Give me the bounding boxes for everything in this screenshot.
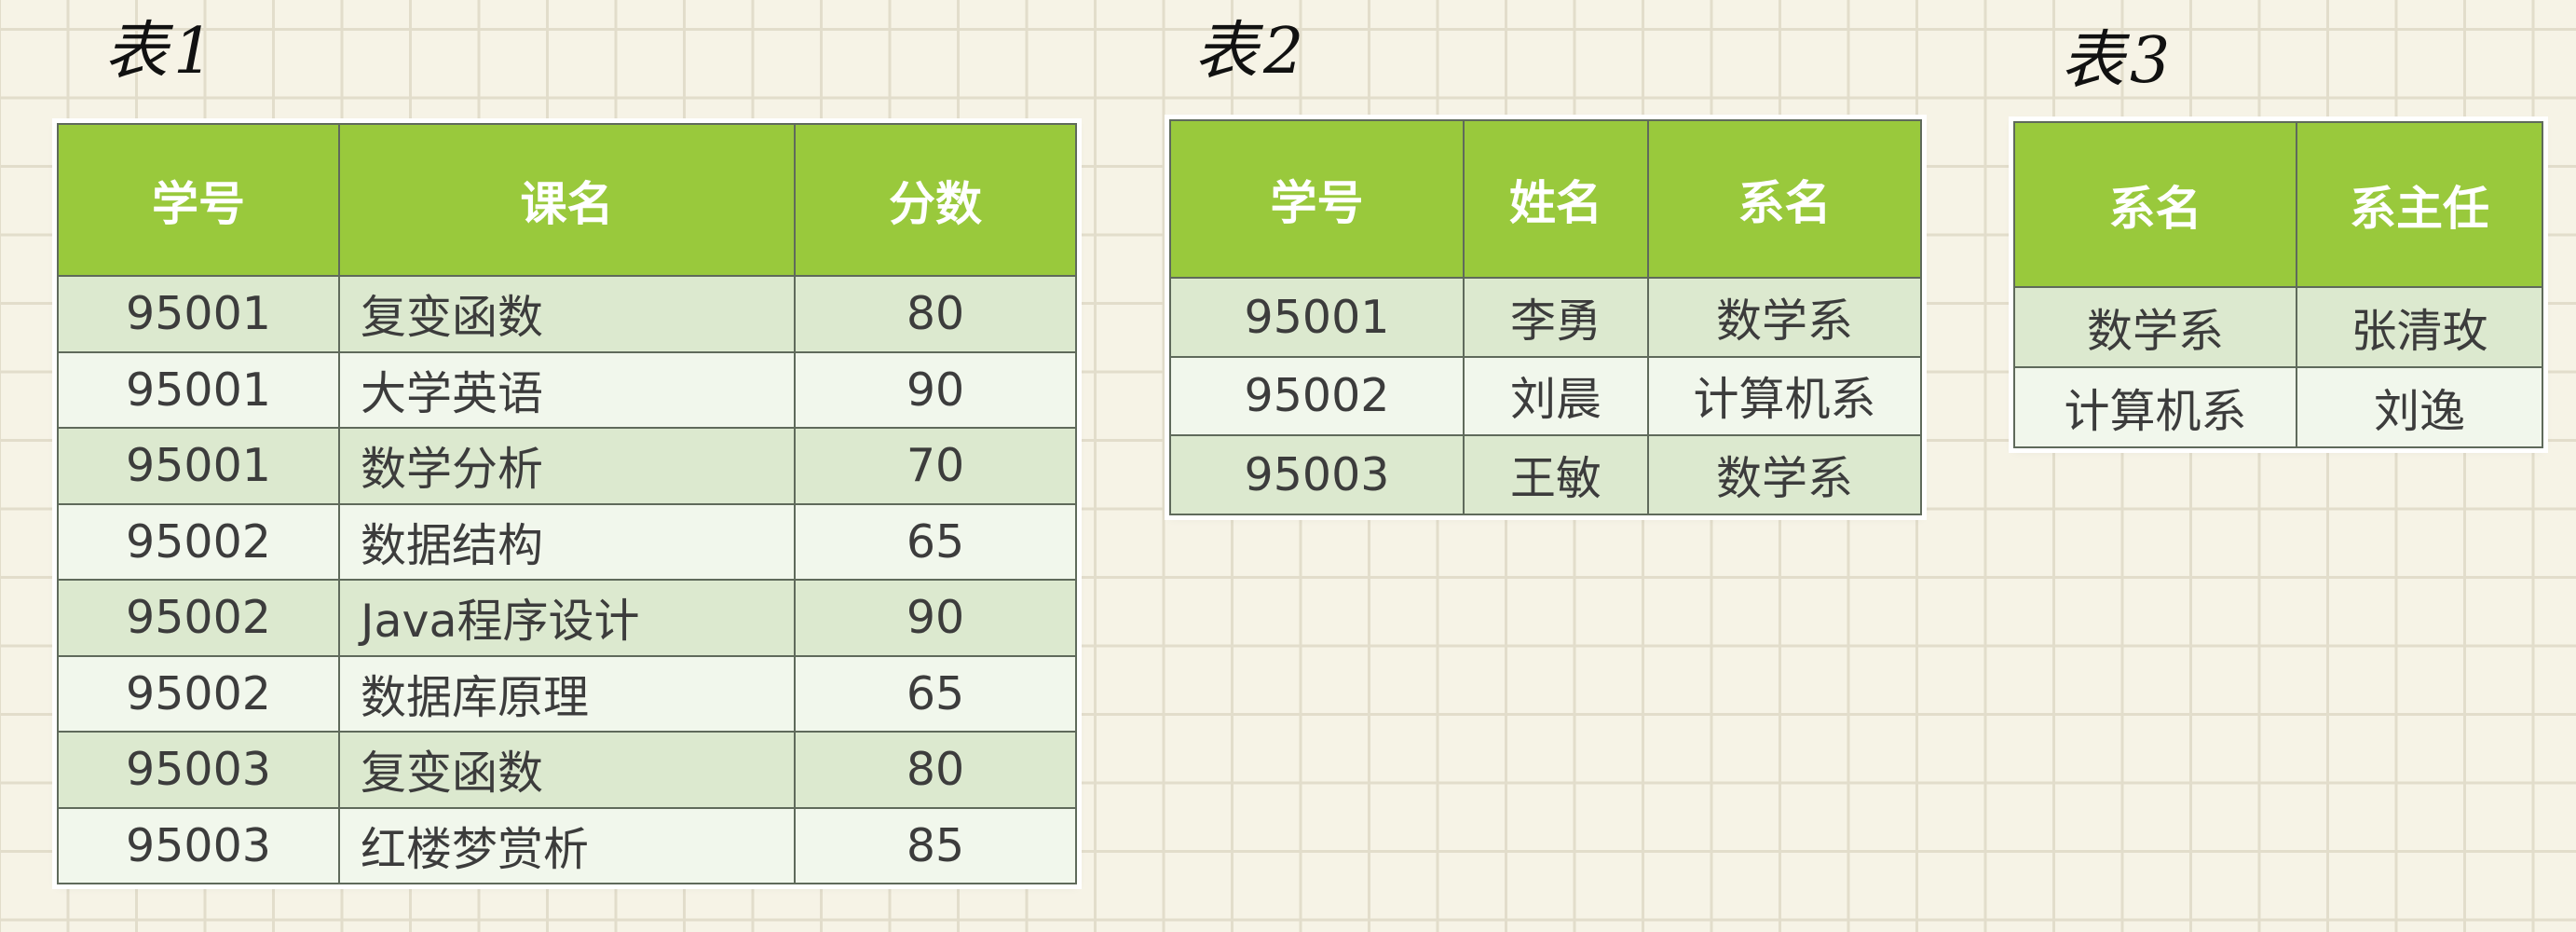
score-cell: 80 xyxy=(794,275,1077,353)
table-row: 95002 刘晨 计算机系 xyxy=(1169,355,1922,436)
course-name-cell: 数学分析 xyxy=(338,427,796,505)
student-id-cell: 95003 xyxy=(57,806,340,884)
header-course-name: 课名 xyxy=(338,123,796,277)
student-name-cell: 刘晨 xyxy=(1463,355,1649,436)
student-id-cell: 95002 xyxy=(57,502,340,581)
course-name-cell: 复变函数 xyxy=(338,275,796,353)
student-id-cell: 95003 xyxy=(1169,434,1465,515)
student-id-cell: 95001 xyxy=(57,275,340,353)
score-table: 学号 课名 分数 95001 复变函数 80 95001 大学英语 90 950… xyxy=(57,123,1077,884)
department-cell: 计算机系 xyxy=(1647,355,1922,436)
department-table: 系名 系主任 数学系 张清玫 计算机系 刘逸 xyxy=(2013,121,2543,448)
score-cell: 65 xyxy=(794,654,1077,733)
table2-caption: 表2 xyxy=(1194,15,1310,89)
course-name-cell: 大学英语 xyxy=(338,350,796,429)
student-id-cell: 95002 xyxy=(57,579,340,657)
course-name-cell: 红楼梦赏析 xyxy=(338,806,796,884)
student-id-cell: 95001 xyxy=(57,427,340,505)
student-name-cell: 李勇 xyxy=(1463,277,1649,358)
course-name-cell: 复变函数 xyxy=(338,731,796,809)
student-id-cell: 95002 xyxy=(1169,355,1465,436)
department-cell: 计算机系 xyxy=(2013,366,2297,448)
header-department: 系名 xyxy=(1647,119,1922,279)
score-cell: 80 xyxy=(794,731,1077,809)
header-department: 系名 xyxy=(2013,121,2297,288)
student-id-cell: 95001 xyxy=(57,350,340,429)
header-student-name: 姓名 xyxy=(1463,119,1649,279)
table1-caption: 表1 xyxy=(104,15,220,89)
score-cell: 85 xyxy=(794,806,1077,884)
student-id-cell: 95002 xyxy=(57,654,340,733)
table-row: 数学系 张清玫 xyxy=(2013,286,2543,368)
table3-caption: 表3 xyxy=(2061,24,2176,98)
header-student-id: 学号 xyxy=(57,123,340,277)
student-name-cell: 王敏 xyxy=(1463,434,1649,515)
table-row: 计算机系 刘逸 xyxy=(2013,366,2543,448)
score-cell: 65 xyxy=(794,502,1077,581)
student-id-cell: 95003 xyxy=(57,731,340,809)
department-head-cell: 刘逸 xyxy=(2296,366,2543,448)
course-name-cell: 数据库原理 xyxy=(338,654,796,733)
department-cell: 数学系 xyxy=(1647,434,1922,515)
header-student-id: 学号 xyxy=(1169,119,1465,279)
table-row: 95002 数据结构 65 xyxy=(57,502,1077,581)
score-cell: 90 xyxy=(794,350,1077,429)
course-name-cell: Java程序设计 xyxy=(338,579,796,657)
header-row: 系名 系主任 xyxy=(2013,121,2543,288)
course-name-cell: 数据结构 xyxy=(338,502,796,581)
score-cell: 70 xyxy=(794,427,1077,505)
table-row: 95003 王敏 数学系 xyxy=(1169,434,1922,515)
student-id-cell: 95001 xyxy=(1169,277,1465,358)
department-head-cell: 张清玫 xyxy=(2296,286,2543,368)
department-cell: 数学系 xyxy=(1647,277,1922,358)
header-department-head: 系主任 xyxy=(2296,121,2543,288)
table-row: 95002 数据库原理 65 xyxy=(57,654,1077,733)
department-cell: 数学系 xyxy=(2013,286,2297,368)
table-row: 95003 复变函数 80 xyxy=(57,731,1077,809)
table-row: 95001 复变函数 80 xyxy=(57,275,1077,353)
student-table: 学号 姓名 系名 95001 李勇 数学系 95002 刘晨 计算机系 9500… xyxy=(1169,119,1922,515)
header-row: 学号 课名 分数 xyxy=(57,123,1077,277)
table-row: 95002 Java程序设计 90 xyxy=(57,579,1077,657)
header-score: 分数 xyxy=(794,123,1077,277)
table-row: 95001 李勇 数学系 xyxy=(1169,277,1922,358)
table-row: 95001 大学英语 90 xyxy=(57,350,1077,429)
table-row: 95003 红楼梦赏析 85 xyxy=(57,806,1077,884)
table-row: 95001 数学分析 70 xyxy=(57,427,1077,505)
score-cell: 90 xyxy=(794,579,1077,657)
header-row: 学号 姓名 系名 xyxy=(1169,119,1922,279)
